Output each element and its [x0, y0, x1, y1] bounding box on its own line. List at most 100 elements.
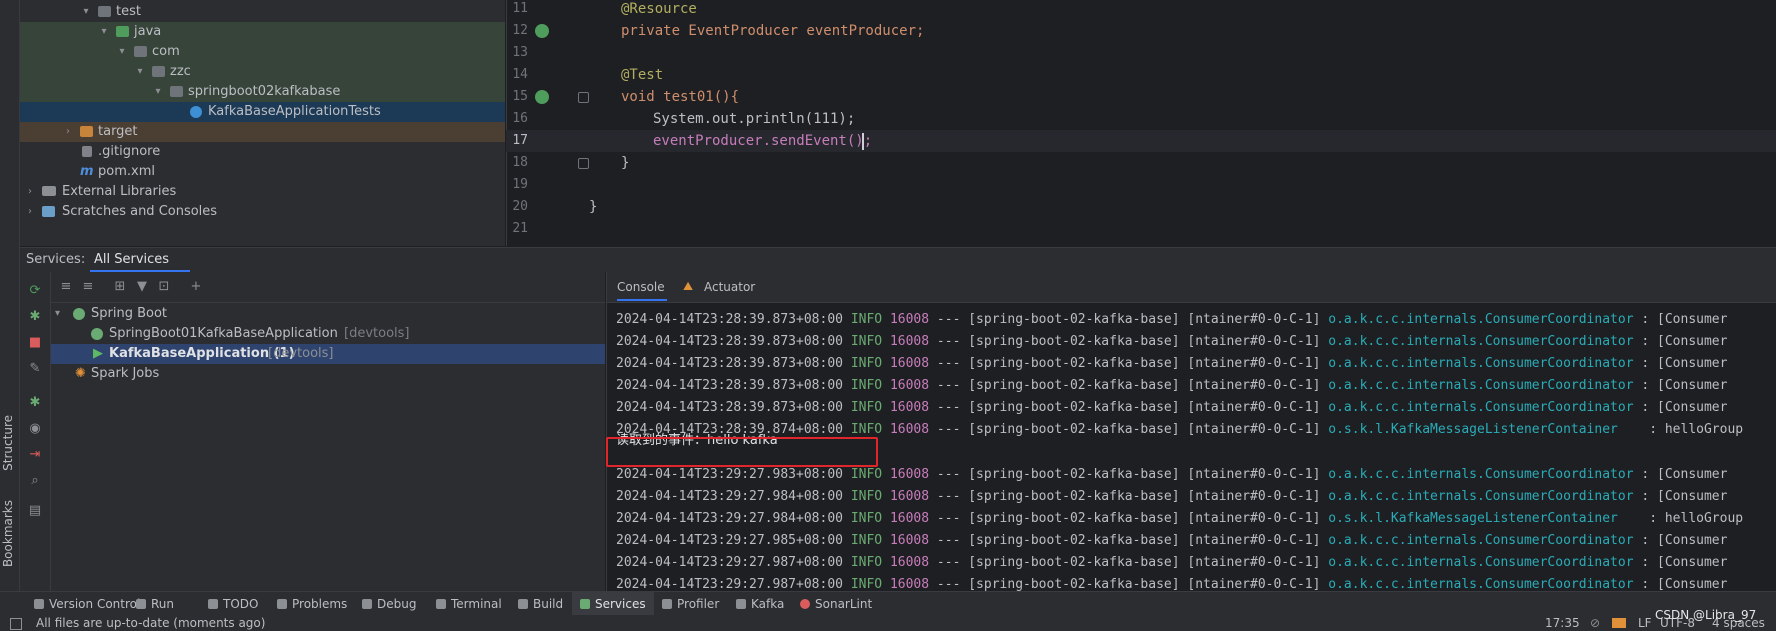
chevron-right-icon[interactable]: ›	[24, 186, 36, 198]
expand-all-icon[interactable]: ≡	[59, 280, 73, 294]
tool-version-control[interactable]: Version Control	[34, 592, 140, 616]
service-kafkabaseapplication[interactable]: ▶ KafkaBaseApplication (1) [devtools]	[51, 344, 605, 364]
log-separator: ---	[936, 378, 961, 393]
spring-boot-icon	[73, 308, 85, 320]
tool-services[interactable]: Services	[572, 592, 654, 616]
structure-tab[interactable]: Structure	[1, 415, 15, 471]
collapse-all-icon[interactable]: ≡	[81, 280, 95, 294]
tree-item-kafkabaseapplicationtests[interactable]: KafkaBaseApplicationTests	[20, 102, 505, 122]
tool-problems[interactable]: Problems	[277, 592, 347, 616]
service-springboot01[interactable]: SpringBoot01KafkaBaseApplication [devtoo…	[51, 324, 605, 344]
chevron-down-icon[interactable]: ▾	[80, 6, 92, 18]
tree-item-com[interactable]: ▾ com	[20, 42, 505, 62]
log-line: 2024-04-14T23:28:39.873+08:00 INFO 16008…	[616, 397, 1727, 419]
group-icon[interactable]: ⊞	[113, 280, 127, 294]
tree-item-external-libraries[interactable]: › External Libraries	[20, 182, 505, 202]
actuator-icon: ⛰	[683, 279, 694, 293]
log-logger: o.s.k.l.KafkaMessageListenerContainer	[1328, 511, 1618, 526]
rerun-icon[interactable]: ⟳	[28, 284, 42, 298]
chevron-down-icon[interactable]: ▾	[116, 46, 128, 58]
bean-gutter-icon[interactable]	[535, 24, 549, 38]
tool-todo[interactable]: TODO	[208, 592, 258, 616]
log-app: [spring-boot-02-kafka-base]	[968, 489, 1180, 504]
log-separator: ---	[936, 356, 961, 371]
tree-item-gitignore[interactable]: .gitignore	[20, 142, 505, 162]
tab-all-services[interactable]: All Services	[94, 252, 169, 267]
maven-icon: m	[80, 164, 94, 179]
tool-window-toggle-icon[interactable]	[10, 618, 22, 630]
tool-debug[interactable]: Debug	[362, 592, 416, 616]
code-line-20: }	[589, 199, 598, 215]
layout-icon[interactable]: ▤	[28, 504, 42, 518]
tab-console[interactable]: Console	[617, 280, 665, 294]
line-number: 20	[512, 199, 528, 214]
log-message: : [Consumer	[1641, 489, 1728, 504]
debug-icon	[362, 599, 372, 609]
filter-icon[interactable]: ▼	[135, 280, 149, 294]
tree-item-java[interactable]: ▾ java	[20, 22, 505, 42]
status-message: All files are up-to-date (moments ago)	[36, 616, 266, 630]
stop-icon[interactable]: ■	[28, 336, 42, 350]
log-message: : [Consumer	[1641, 334, 1728, 349]
tree-item-pom[interactable]: m pom.xml	[20, 162, 505, 182]
bookmarks-tab[interactable]: Bookmarks	[1, 500, 15, 567]
active-tab-underline	[617, 299, 667, 301]
chevron-right-icon[interactable]: ›	[62, 126, 74, 138]
tool-sonarlint[interactable]: SonarLint	[800, 592, 872, 616]
new-tab-icon[interactable]: ⊡	[157, 280, 171, 294]
tool-terminal[interactable]: Terminal	[436, 592, 502, 616]
log-separator: ---	[936, 577, 961, 592]
service-spark-jobs[interactable]: ✺ Spark Jobs	[51, 364, 605, 384]
log-separator: ---	[936, 489, 961, 504]
services-label: Services:	[26, 252, 86, 267]
line-separator[interactable]: LF	[1638, 615, 1652, 631]
log-thread: [ntainer#0-0-C-1]	[1187, 356, 1321, 371]
chevron-right-icon[interactable]: ›	[24, 206, 36, 218]
log-timestamp: 2024-04-14T23:28:39.873+08:00	[616, 400, 843, 415]
log-level: INFO	[850, 533, 883, 548]
chevron-down-icon[interactable]: ▾	[55, 304, 60, 324]
tree-item-zzc[interactable]: ▾ zzc	[20, 62, 505, 82]
tree-item-springboot02kafkabase[interactable]: ▾ springboot02kafkabase	[20, 82, 505, 102]
log-pid: 16008	[889, 422, 930, 437]
fold-icon[interactable]	[578, 92, 589, 103]
search-icon[interactable]: ⌕	[28, 474, 42, 488]
log-logger: o.a.k.c.c.internals.ConsumerCoordinator	[1328, 400, 1634, 415]
tool-run[interactable]: Run	[136, 592, 174, 616]
camera-icon[interactable]: ◉	[28, 422, 42, 436]
line-number: 13	[512, 45, 528, 60]
export-icon[interactable]: ⇥	[28, 448, 42, 462]
tool-build[interactable]: Build	[518, 592, 563, 616]
log-logger: o.a.k.c.c.internals.ConsumerCoordinator	[1328, 533, 1634, 548]
log-message: : helloGroup	[1649, 511, 1744, 526]
service-spring-boot[interactable]: ▾ Spring Boot	[51, 304, 605, 324]
log-logger: o.s.k.l.KafkaMessageListenerContainer	[1328, 422, 1618, 437]
log-level: INFO	[850, 400, 883, 415]
log-app: [spring-boot-02-kafka-base]	[968, 422, 1180, 437]
kafka-icon	[736, 599, 746, 609]
fold-icon[interactable]	[578, 158, 589, 169]
wrench-icon[interactable]: ✎	[28, 362, 42, 376]
tool-profiler[interactable]: Profiler	[662, 592, 719, 616]
run-test-gutter-icon[interactable]	[535, 90, 549, 104]
line-number: 11	[512, 1, 528, 16]
log-thread: [ntainer#0-0-C-1]	[1187, 312, 1321, 327]
log-thread: [ntainer#0-0-C-1]	[1187, 511, 1321, 526]
tree-item-test[interactable]: ▾ test	[20, 2, 505, 22]
tab-actuator[interactable]: Actuator	[704, 280, 755, 294]
log-level: INFO	[850, 422, 883, 437]
chevron-down-icon[interactable]: ▾	[134, 66, 146, 78]
debug-icon[interactable]: ✱	[28, 310, 42, 324]
chevron-down-icon[interactable]: ▾	[152, 86, 164, 98]
caret-position[interactable]: 17:35	[1545, 615, 1580, 631]
add-service-icon[interactable]: +	[189, 280, 203, 294]
chevron-down-icon[interactable]: ▾	[98, 26, 110, 38]
tree-item-target[interactable]: › target	[20, 122, 505, 142]
debug-service-icon[interactable]: ✱	[28, 396, 42, 410]
tool-kafka[interactable]: Kafka	[736, 592, 784, 616]
run-icon	[136, 599, 146, 609]
log-app: [spring-boot-02-kafka-base]	[968, 577, 1180, 592]
tree-item-scratches[interactable]: › Scratches and Consoles	[20, 202, 505, 222]
status-bar: All files are up-to-date (moments ago) 1…	[0, 608, 1776, 631]
power-save-icon[interactable]: ⊘	[1590, 615, 1600, 631]
